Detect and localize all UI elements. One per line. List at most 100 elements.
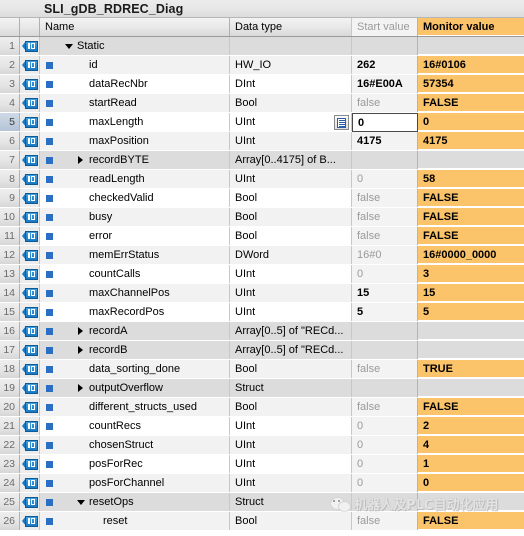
table-row[interactable]: 20 different_structs_used Bool false FALSE [0,398,524,417]
row-number[interactable]: 10 [0,208,20,226]
start-value-cell[interactable]: 0 [352,170,418,188]
expand-collapse-icon[interactable] [74,493,87,511]
variable-name-cell[interactable]: Static [58,37,230,55]
row-number[interactable]: 3 [0,75,20,93]
data-type-cell[interactable]: UInt [230,170,352,188]
monitor-value-cell[interactable]: 16#0106 [418,56,524,74]
row-number[interactable]: 1 [0,37,20,55]
row-number[interactable]: 25 [0,493,20,511]
monitor-value-cell[interactable]: FALSE [418,94,524,112]
header-name[interactable]: Name [40,18,230,36]
retain-tag-icon[interactable] [20,474,40,492]
retain-tag-icon[interactable] [20,398,40,416]
variable-name-cell[interactable]: maxLength [58,113,230,131]
header-monitor-value[interactable]: Monitor value [418,18,524,36]
row-number[interactable]: 24 [0,474,20,492]
accessible-marker-icon[interactable] [40,398,58,416]
monitor-value-cell[interactable] [418,151,524,169]
retain-tag-icon[interactable] [20,170,40,188]
expand-collapse-icon[interactable] [74,151,87,169]
retain-tag-icon[interactable] [20,189,40,207]
row-number[interactable]: 17 [0,341,20,359]
table-row[interactable]: 10 busy Bool false FALSE [0,208,524,227]
monitor-value-cell[interactable] [418,379,524,397]
start-value-cell[interactable]: 0 [352,455,418,473]
header-start-value[interactable]: Start value [352,18,418,36]
start-value-cell[interactable] [352,37,418,55]
start-value-cell[interactable]: 15 [352,284,418,302]
table-row[interactable]: 5 maxLength UInt 0 0 [0,113,524,132]
monitor-value-cell[interactable]: 58 [418,170,524,188]
variable-name-cell[interactable]: resetOps [58,493,230,511]
monitor-value-cell[interactable] [418,322,524,340]
retain-tag-icon[interactable] [20,113,40,131]
accessible-marker-icon[interactable] [40,436,58,454]
accessible-marker-icon[interactable] [40,208,58,226]
accessible-marker-icon[interactable] [40,56,58,74]
table-row[interactable]: 24 posForChannel UInt 0 0 [0,474,524,493]
variable-name-cell[interactable]: data_sorting_done [58,360,230,378]
variable-name-cell[interactable]: checkedValid [58,189,230,207]
table-row[interactable]: 26 reset Bool false FALSE [0,512,524,531]
start-value-cell[interactable]: false [352,512,418,530]
table-row[interactable]: 23 posForRec UInt 0 1 [0,455,524,474]
expand-collapse-icon[interactable] [74,379,87,397]
data-type-cell[interactable]: UInt [230,265,352,283]
monitor-value-cell[interactable]: 1 [418,455,524,473]
data-type-cell[interactable]: Struct [230,493,352,511]
retain-tag-icon[interactable] [20,360,40,378]
accessible-marker-icon[interactable] [40,360,58,378]
accessible-marker-icon[interactable] [40,170,58,188]
variable-name-cell[interactable]: posForChannel [58,474,230,492]
table-row[interactable]: 12 memErrStatus DWord 16#0 16#0000_0000 [0,246,524,265]
variable-name-cell[interactable]: countCalls [58,265,230,283]
variable-name-cell[interactable]: reset [58,512,230,530]
monitor-value-cell[interactable]: FALSE [418,227,524,245]
accessible-marker-icon[interactable] [40,151,58,169]
table-row[interactable]: 2 id HW_IO 262 16#0106 [0,56,524,75]
monitor-value-cell[interactable]: 16#0000_0000 [418,246,524,264]
retain-tag-icon[interactable] [20,512,40,530]
table-row[interactable]: 15 maxRecordPos UInt 5 5 [0,303,524,322]
monitor-value-cell[interactable]: 0 [418,113,524,131]
accessible-marker-icon[interactable] [40,322,58,340]
monitor-value-cell[interactable]: TRUE [418,360,524,378]
variable-name-cell[interactable]: posForRec [58,455,230,473]
variable-name-cell[interactable]: chosenStruct [58,436,230,454]
row-number[interactable]: 20 [0,398,20,416]
variable-name-cell[interactable]: id [58,56,230,74]
start-value-cell[interactable]: false [352,398,418,416]
start-value-cell[interactable]: false [352,227,418,245]
row-number[interactable]: 11 [0,227,20,245]
start-value-cell[interactable]: 0 [352,436,418,454]
data-type-cell[interactable] [230,37,352,55]
monitor-value-cell[interactable]: 15 [418,284,524,302]
accessible-marker-icon[interactable] [40,512,58,530]
retain-tag-icon[interactable] [20,132,40,150]
start-value-cell[interactable]: false [352,94,418,112]
data-type-cell[interactable]: UInt [230,436,352,454]
data-type-cell[interactable]: Bool [230,94,352,112]
table-row[interactable]: 21 countRecs UInt 0 2 [0,417,524,436]
retain-tag-icon[interactable] [20,265,40,283]
retain-tag-icon[interactable] [20,417,40,435]
variable-name-cell[interactable]: error [58,227,230,245]
data-type-cell[interactable]: UInt [230,303,352,321]
retain-tag-icon[interactable] [20,341,40,359]
monitor-value-cell[interactable] [418,493,524,511]
data-type-cell[interactable]: Bool [230,208,352,226]
data-type-cell[interactable]: DWord [230,246,352,264]
table-row[interactable]: 7 recordBYTE Array[0..4175] of B... [0,151,524,170]
expand-collapse-icon[interactable] [74,341,87,359]
retain-tag-icon[interactable] [20,151,40,169]
retain-tag-icon[interactable] [20,208,40,226]
data-type-cell[interactable]: Struct [230,379,352,397]
monitor-value-cell[interactable]: 5 [418,303,524,321]
accessible-marker-icon[interactable] [40,284,58,302]
row-number[interactable]: 16 [0,322,20,340]
monitor-value-cell[interactable]: 4175 [418,132,524,150]
row-number[interactable]: 2 [0,56,20,74]
data-type-picker-icon[interactable] [334,115,349,130]
start-value-cell[interactable]: 0 [352,265,418,283]
monitor-value-cell[interactable]: 2 [418,417,524,435]
